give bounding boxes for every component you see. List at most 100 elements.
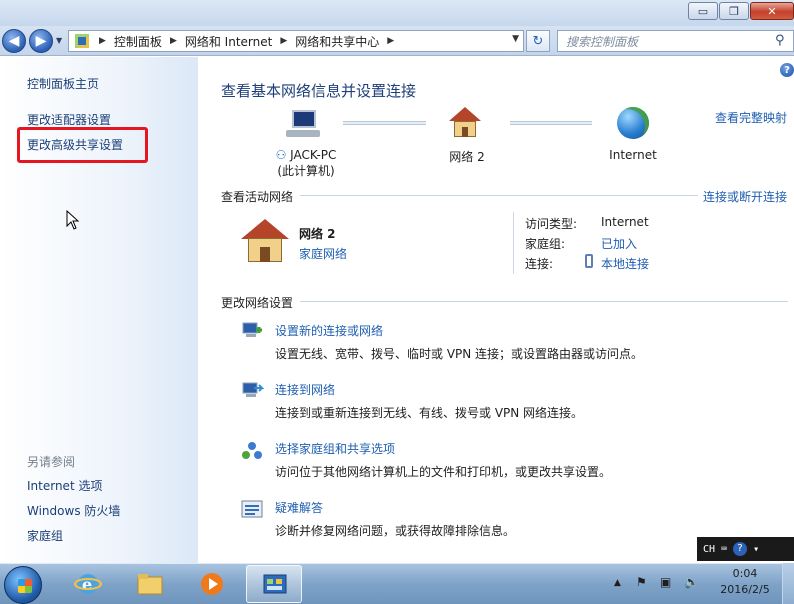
chevron-right-icon[interactable]: ▶ xyxy=(383,36,398,46)
language-bar[interactable]: CH ⌨ ? ▾ xyxy=(697,537,794,561)
breadcrumb-network-sharing-center[interactable]: 网络和共享中心 xyxy=(291,33,383,50)
refresh-icon: ↻ xyxy=(532,33,544,49)
chevron-right-icon[interactable]: ▶ xyxy=(276,36,291,46)
back-button[interactable]: ◀ xyxy=(2,29,26,53)
folder-icon xyxy=(137,574,163,595)
control-panel-window-icon xyxy=(263,574,287,594)
homegroup-label: 家庭组: xyxy=(525,237,566,251)
minimize-button[interactable]: ▭ xyxy=(688,2,718,20)
task-connect-to-network[interactable]: 连接到网络 xyxy=(275,381,335,398)
highlight-box xyxy=(17,127,148,163)
show-hidden-icons-button[interactable]: ▲ xyxy=(614,578,621,588)
close-button[interactable]: ✕ xyxy=(750,2,794,20)
view-full-map-link[interactable]: 查看完整映射 xyxy=(715,109,787,126)
taskbar-file-explorer[interactable] xyxy=(122,565,178,603)
active-network-name: 网络 2 xyxy=(299,227,336,241)
local-connection-link[interactable]: 本地连接 xyxy=(601,255,649,272)
show-desktop-button[interactable] xyxy=(782,563,794,604)
window-controls: ▭ ❐ ✕ xyxy=(688,2,794,20)
connection-line xyxy=(343,121,426,125)
internet-explorer-icon: e xyxy=(74,574,102,594)
sidebar-item-windows-firewall[interactable]: Windows 防火墙 xyxy=(27,502,120,519)
network-type-link[interactable]: 家庭网络 xyxy=(299,245,347,262)
change-settings-heading: 更改网络设置 xyxy=(221,296,294,310)
volume-icon[interactable]: 🔈 xyxy=(684,575,699,589)
ime-help-icon[interactable]: ? xyxy=(733,542,748,556)
task-homegroup-sharing[interactable]: 选择家庭组和共享选项 xyxy=(275,440,395,457)
taskbar-control-panel[interactable] xyxy=(246,565,302,603)
home-network-icon xyxy=(241,219,289,263)
clock-date: 2016/2/5 xyxy=(720,583,770,596)
homegroup-joined-link[interactable]: 已加入 xyxy=(601,235,637,252)
sidebar-item-homegroup[interactable]: 家庭组 xyxy=(27,527,63,544)
network-house-icon xyxy=(448,107,482,139)
sidebar-item-change-adapter-settings[interactable]: 更改适配器设置 xyxy=(27,111,111,128)
windows-logo-icon xyxy=(18,579,32,593)
connect-disconnect-link[interactable]: 连接或断开连接 xyxy=(703,188,787,205)
task-desc: 访问位于其他网络计算机上的文件和打印机，或更改共享设置。 xyxy=(275,465,612,479)
breadcrumb-network-internet[interactable]: 网络和 Internet xyxy=(181,33,276,50)
active-networks-heading: 查看活动网络 xyxy=(221,190,294,204)
ime-options-icon[interactable]: ▾ xyxy=(753,544,759,555)
task-troubleshoot[interactable]: 疑难解答 xyxy=(275,499,323,516)
task-setup-new-connection[interactable]: 设置新的连接或网络 xyxy=(275,322,383,339)
connect-to-network-icon xyxy=(242,382,264,397)
connection-line xyxy=(510,121,592,125)
taskbar-media-player[interactable] xyxy=(184,565,240,603)
address-bar[interactable]: ▶ 控制面板 ▶ 网络和 Internet ▶ 网络和共享中心 ▶ ▼ xyxy=(68,30,524,52)
chevron-right-icon[interactable]: ▶ xyxy=(95,36,110,46)
troubleshoot-icon xyxy=(241,500,263,518)
refresh-button[interactable]: ↻ xyxy=(526,30,550,52)
task-desc: 设置无线、宽带、拨号、临时或 VPN 连接；或设置路由器或访问点。 xyxy=(275,347,644,361)
divider xyxy=(513,212,514,274)
access-type-value: Internet xyxy=(601,215,649,229)
network-tray-icon[interactable]: ▣ xyxy=(660,575,671,589)
help-icon[interactable]: ? xyxy=(780,63,794,77)
back-arrow-icon: ◀ xyxy=(8,33,20,49)
connections-label: 连接: xyxy=(525,257,554,271)
recent-pages-dropdown[interactable]: ▼ xyxy=(56,36,62,45)
maximize-button[interactable]: ❐ xyxy=(719,2,749,20)
network-node-label[interactable]: 网络 2 xyxy=(434,148,500,165)
navigation-bar: ◀ ▶ ▼ ▶ 控制面板 ▶ 网络和 Internet ▶ 网络和共享中心 ▶ … xyxy=(0,26,794,56)
address-dropdown-icon[interactable]: ▼ xyxy=(512,34,519,44)
search-icon[interactable]: ⚲ xyxy=(775,33,789,48)
sidebar-item-internet-options[interactable]: Internet 选项 xyxy=(27,477,102,494)
divider xyxy=(300,195,698,196)
clock-time: 0:04 xyxy=(732,567,758,580)
ime-language[interactable]: CH xyxy=(703,544,715,555)
forward-arrow-icon: ▶ xyxy=(35,33,47,49)
media-player-icon xyxy=(201,573,223,595)
computer-sub: (此计算机) xyxy=(277,164,335,178)
internet-node-label[interactable]: Internet xyxy=(600,148,666,162)
access-type-label: 访问类型: xyxy=(525,217,578,231)
svg-text:e: e xyxy=(82,575,92,594)
users-icon: ⚇ xyxy=(275,148,287,162)
keyboard-icon[interactable]: ⌨ xyxy=(721,544,727,555)
maximize-icon: ❐ xyxy=(729,4,739,18)
taskbar: e xyxy=(0,563,794,604)
control-panel-icon xyxy=(75,34,89,48)
page-title: 查看基本网络信息并设置连接 xyxy=(221,82,417,100)
task-desc: 诊断并修复网络问题，或获得故障排除信息。 xyxy=(275,524,516,538)
divider xyxy=(300,301,788,302)
homegroup-sharing-icon xyxy=(242,442,262,459)
taskbar-internet-explorer[interactable]: e xyxy=(60,565,116,603)
action-center-flag-icon[interactable]: ⚑ xyxy=(636,575,647,589)
search-input[interactable]: 搜索控制面板 ⚲ xyxy=(557,30,794,52)
chevron-right-icon[interactable]: ▶ xyxy=(166,36,181,46)
start-button[interactable] xyxy=(4,566,42,604)
computer-icon xyxy=(286,108,320,138)
new-connection-icon xyxy=(242,322,262,337)
minimize-icon: ▭ xyxy=(697,4,709,18)
task-desc: 连接到或重新连接到无线、有线、拨号或 VPN 网络连接。 xyxy=(275,406,584,420)
sidebar-item-control-panel-home[interactable]: 控制面板主页 xyxy=(27,75,99,92)
system-clock[interactable]: 0:04 2016/2/5 xyxy=(716,566,774,598)
computer-name: JACK-PC xyxy=(290,148,337,162)
forward-button[interactable]: ▶ xyxy=(29,29,53,53)
title-bar: ▭ ❐ ✕ xyxy=(0,0,794,26)
breadcrumb-control-panel[interactable]: 控制面板 xyxy=(110,33,166,50)
internet-globe-icon xyxy=(617,107,649,139)
computer-node: ⚇ JACK-PC (此计算机) xyxy=(266,148,346,179)
see-also-heading: 另请参阅 xyxy=(27,455,76,469)
